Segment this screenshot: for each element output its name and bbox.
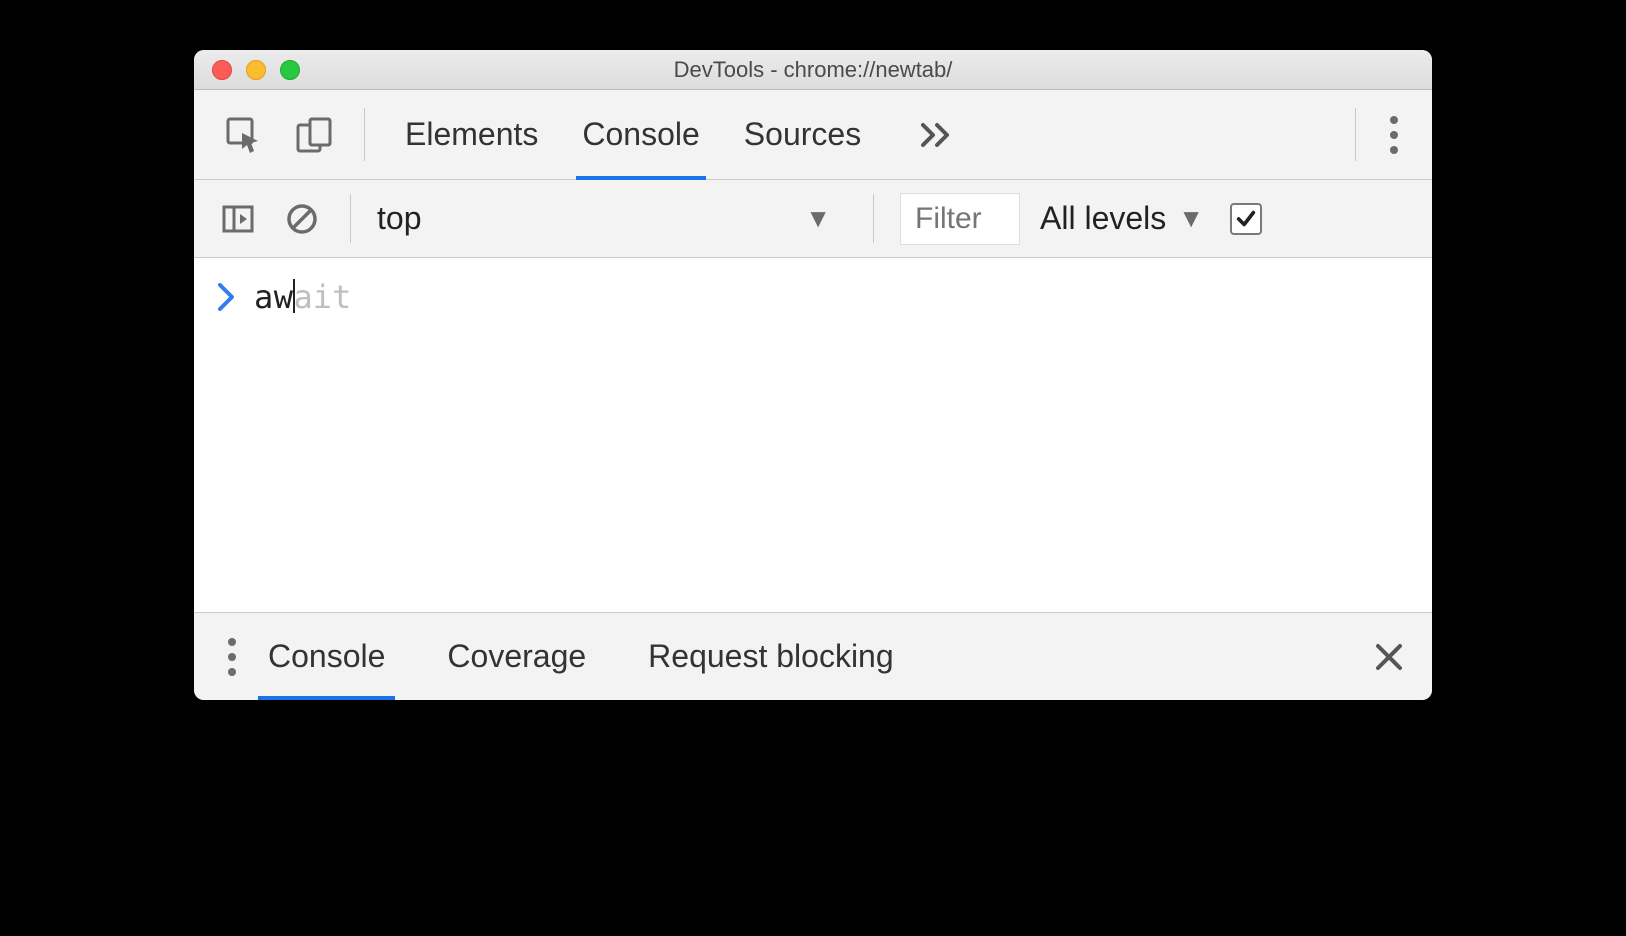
- inspect-element-icon[interactable]: [222, 113, 266, 157]
- drawer-tabs: Console Coverage Request blocking: [262, 613, 1346, 700]
- typed-text: aw: [254, 278, 294, 316]
- context-label: top: [377, 200, 421, 237]
- main-tabs: Elements Console Sources: [365, 90, 1355, 179]
- autocomplete-suggestion: ait: [294, 278, 352, 316]
- console-input[interactable]: await: [254, 278, 351, 316]
- more-tabs-button[interactable]: [905, 90, 965, 179]
- console-toolbar: top ▼ All levels ▼: [194, 180, 1432, 258]
- main-tabbar: Elements Console Sources: [194, 90, 1432, 180]
- main-menu-button[interactable]: [1382, 108, 1406, 162]
- filter-input[interactable]: [900, 193, 1020, 245]
- titlebar: DevTools - chrome://newtab/: [194, 50, 1432, 90]
- chevron-double-right-icon: [917, 117, 953, 153]
- drawer-tab-console[interactable]: Console: [262, 613, 391, 700]
- console-prompt-line: await: [218, 278, 1408, 316]
- execution-context-select[interactable]: top ▼: [377, 200, 847, 237]
- window-title: DevTools - chrome://newtab/: [194, 57, 1432, 83]
- tab-console[interactable]: Console: [582, 90, 699, 179]
- drawer-menu-button[interactable]: [220, 630, 244, 684]
- chevron-down-icon: ▼: [1178, 203, 1204, 234]
- close-window-button[interactable]: [212, 60, 232, 80]
- zoom-window-button[interactable]: [280, 60, 300, 80]
- tabbar-right: [1356, 90, 1432, 179]
- devtools-window: DevTools - chrome://newtab/ Element: [194, 50, 1432, 700]
- tab-label: Elements: [405, 116, 538, 153]
- tab-label: Console: [268, 638, 385, 675]
- log-levels-select[interactable]: All levels ▼: [1040, 200, 1204, 237]
- close-drawer-button[interactable]: [1374, 642, 1404, 672]
- minimize-window-button[interactable]: [246, 60, 266, 80]
- drawer-tab-coverage[interactable]: Coverage: [441, 613, 592, 700]
- clear-console-icon[interactable]: [280, 197, 324, 241]
- console-body[interactable]: await: [194, 258, 1432, 612]
- divider: [350, 194, 351, 243]
- tab-elements[interactable]: Elements: [405, 90, 538, 179]
- device-toolbar-icon[interactable]: [292, 113, 336, 157]
- drawer-tabbar: Console Coverage Request blocking: [194, 612, 1432, 700]
- tab-sources[interactable]: Sources: [744, 90, 861, 179]
- tabbar-left-icons: [194, 90, 364, 179]
- chevron-down-icon: ▼: [805, 203, 831, 234]
- check-icon: [1235, 208, 1257, 230]
- prompt-caret-icon: [218, 283, 236, 311]
- tab-label: Sources: [744, 116, 861, 153]
- group-similar-checkbox[interactable]: [1230, 203, 1262, 235]
- divider: [873, 194, 874, 243]
- tab-label: Console: [582, 116, 699, 153]
- toggle-console-sidebar-icon[interactable]: [216, 197, 260, 241]
- close-icon: [1374, 642, 1404, 672]
- levels-label: All levels: [1040, 200, 1166, 237]
- tab-label: Coverage: [447, 638, 586, 675]
- tab-label: Request blocking: [648, 638, 893, 675]
- drawer-tab-request-blocking[interactable]: Request blocking: [642, 613, 899, 700]
- window-controls: [194, 60, 300, 80]
